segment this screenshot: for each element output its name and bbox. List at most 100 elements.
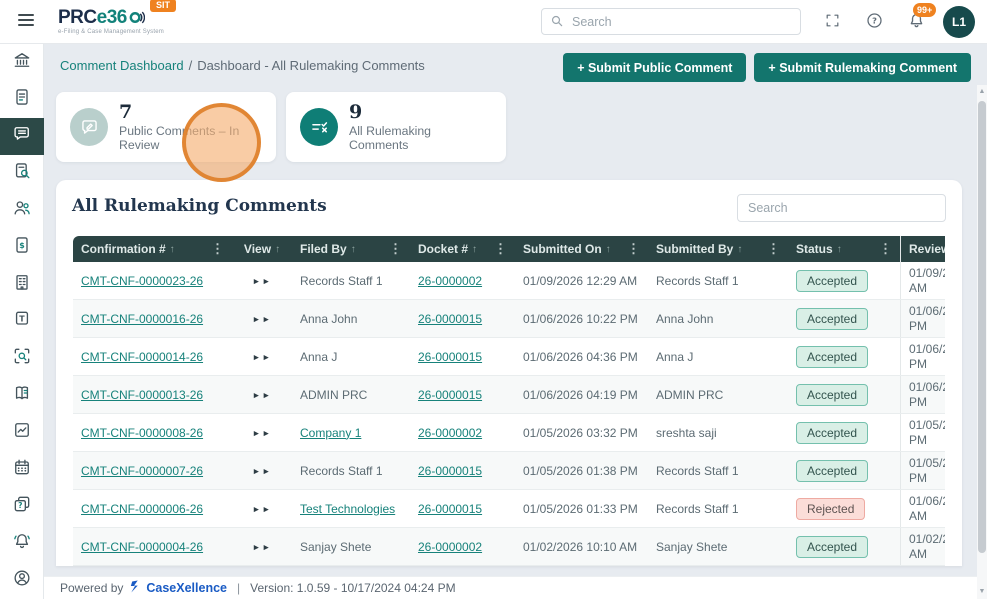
column-menu-icon[interactable]: ⋮ [879,241,900,257]
reviewed-on-cell: 01/06/20PM [900,300,945,337]
table-search-input[interactable] [737,194,946,222]
scrollbar-thumb[interactable] [978,101,986,553]
view-icon[interactable]: ►► [252,428,272,438]
view-icon[interactable]: ►► [252,276,272,286]
sort-icon[interactable]: ↑ [606,244,611,255]
sort-icon[interactable]: ↑ [472,244,477,255]
confirmation-link[interactable]: CMT-CNF-0000023-26 [81,274,203,288]
column-header[interactable]: View ↑ [232,236,292,262]
docket-link[interactable]: 26-0000002 [418,274,482,288]
column-header[interactable]: Reviewed On [900,236,945,262]
scrollbar-up-icon[interactable]: ▲ [977,85,987,97]
comment-pencil-icon [70,108,108,146]
column-menu-icon[interactable]: ⋮ [494,241,515,257]
column-header[interactable]: Filed By ↑ ⋮ [292,236,410,262]
column-header[interactable]: Status ↑ ⋮ [788,236,900,262]
breadcrumb-link[interactable]: Comment Dashboard [60,58,184,73]
sidebar-item-help-pages[interactable]: ? [0,488,44,525]
column-header[interactable]: Docket # ↑ ⋮ [410,236,515,262]
submit-rulemaking-comment-button[interactable]: + Submit Rulemaking Comment [754,53,971,82]
filed-by-text: Anna John [300,311,358,326]
view-icon[interactable]: ►► [252,542,272,552]
sidebar-item-invoice[interactable]: $ [0,229,44,266]
docket-link[interactable]: 26-0000015 [418,312,482,326]
sidebar-item-scan-search[interactable] [0,340,44,377]
column-header[interactable]: Confirmation # ↑ ⋮ [73,236,232,262]
filed-by-link[interactable]: Company 1 [300,426,361,440]
avatar[interactable]: L1 [943,5,975,38]
breadcrumb-separator: / [188,58,193,73]
docket-link[interactable]: 26-0000015 [418,350,482,364]
confirmation-link[interactable]: CMT-CNF-0000006-26 [81,502,203,516]
search-icon [549,13,565,34]
confirmation-link[interactable]: CMT-CNF-0000014-26 [81,350,203,364]
stat-value: 9 [349,100,363,123]
sidebar-item-users[interactable] [0,192,44,229]
column-header[interactable]: Submitted On ↑ ⋮ [515,236,648,262]
sidebar-item-account[interactable] [0,562,44,599]
docket-link[interactable]: 26-0000002 [418,540,482,554]
notifications-icon [12,531,32,556]
column-header-label: View [243,242,272,256]
sidebar-item-file-search[interactable] [0,155,44,192]
column-menu-icon[interactable]: ⋮ [211,241,232,257]
docket-link[interactable]: 26-0000015 [418,388,482,402]
column-header[interactable]: Submitted By ↑ ⋮ [648,236,788,262]
sort-icon[interactable]: ↑ [170,244,175,255]
calendar-icon [12,457,32,482]
institution-icon [12,50,32,75]
confirmation-link[interactable]: CMT-CNF-0000008-26 [81,426,203,440]
table-row: CMT-CNF-0000004-26 ►► Sanjay Shete 26-00000… [73,528,945,566]
sort-icon[interactable]: ↑ [837,244,842,255]
confirmation-link[interactable]: CMT-CNF-0000004-26 [81,540,203,554]
view-icon[interactable]: ►► [252,390,272,400]
sidebar-item-notifications[interactable] [0,525,44,562]
global-search-input[interactable] [541,8,801,35]
view-icon[interactable]: ►► [252,504,272,514]
sidebar-item-reports[interactable] [0,414,44,451]
casexellence-logo [129,580,140,596]
scrollbar-down-icon[interactable]: ▼ [977,585,987,597]
sidebar-item-document[interactable] [0,81,44,118]
fullscreen-button[interactable] [821,11,843,33]
table-row: CMT-CNF-0000006-26 ►► Test Technologies 26-… [73,490,945,528]
view-icon[interactable]: ►► [252,314,272,324]
env-badge: SIT [150,0,177,12]
sort-icon[interactable]: ↑ [351,244,356,255]
column-menu-icon[interactable]: ⋮ [389,241,410,257]
column-menu-icon[interactable]: ⋮ [627,241,648,257]
confirmation-link[interactable]: CMT-CNF-0000016-26 [81,312,203,326]
powered-by-label: Powered by [60,581,124,595]
sidebar-item-template[interactable]: T [0,303,44,340]
app-logo[interactable]: SIT PRC e36 e-Filing & Case Management Sy… [58,0,177,35]
help-button[interactable]: ? [863,11,885,33]
sidebar-item-ledger[interactable] [0,377,44,414]
page-scrollbar[interactable]: ▲ ▼ [977,85,987,599]
submit-public-comment-button[interactable]: + Submit Public Comment [563,53,747,82]
stat-card-rulemaking-comments[interactable]: 9 All Rulemaking Comments [286,92,506,162]
click-highlight [182,103,261,182]
footer: Powered by CaseXellence | Version: 1.0.5… [44,576,987,599]
docket-link[interactable]: 26-0000015 [418,464,482,478]
sort-icon[interactable]: ↑ [737,244,742,255]
sidebar-item-organization[interactable] [0,266,44,303]
view-icon[interactable]: ►► [252,466,272,476]
file-search-icon [12,161,32,186]
filed-by-link[interactable]: Test Technologies [300,502,395,516]
confirmation-link[interactable]: CMT-CNF-0000013-26 [81,388,203,402]
sidebar-item-institution[interactable] [0,44,44,81]
sidebar-item-comments[interactable] [0,118,44,155]
table-body: CMT-CNF-0000023-26 ►► Records Staff 1 26-00… [73,262,945,566]
reports-icon [12,420,32,445]
notifications-button[interactable]: 99+ [905,2,937,33]
column-menu-icon[interactable]: ⋮ [767,241,788,257]
confirmation-link[interactable]: CMT-CNF-0000007-26 [81,464,203,478]
submitted-on-text: 01/05/2026 03:32 PM [523,425,638,440]
sort-icon[interactable]: ↑ [275,244,280,255]
docket-link[interactable]: 26-0000002 [418,426,482,440]
menu-button[interactable] [12,8,40,36]
users-icon [12,198,32,223]
view-icon[interactable]: ►► [252,352,272,362]
sidebar-item-calendar[interactable] [0,451,44,488]
docket-link[interactable]: 26-0000015 [418,502,482,516]
